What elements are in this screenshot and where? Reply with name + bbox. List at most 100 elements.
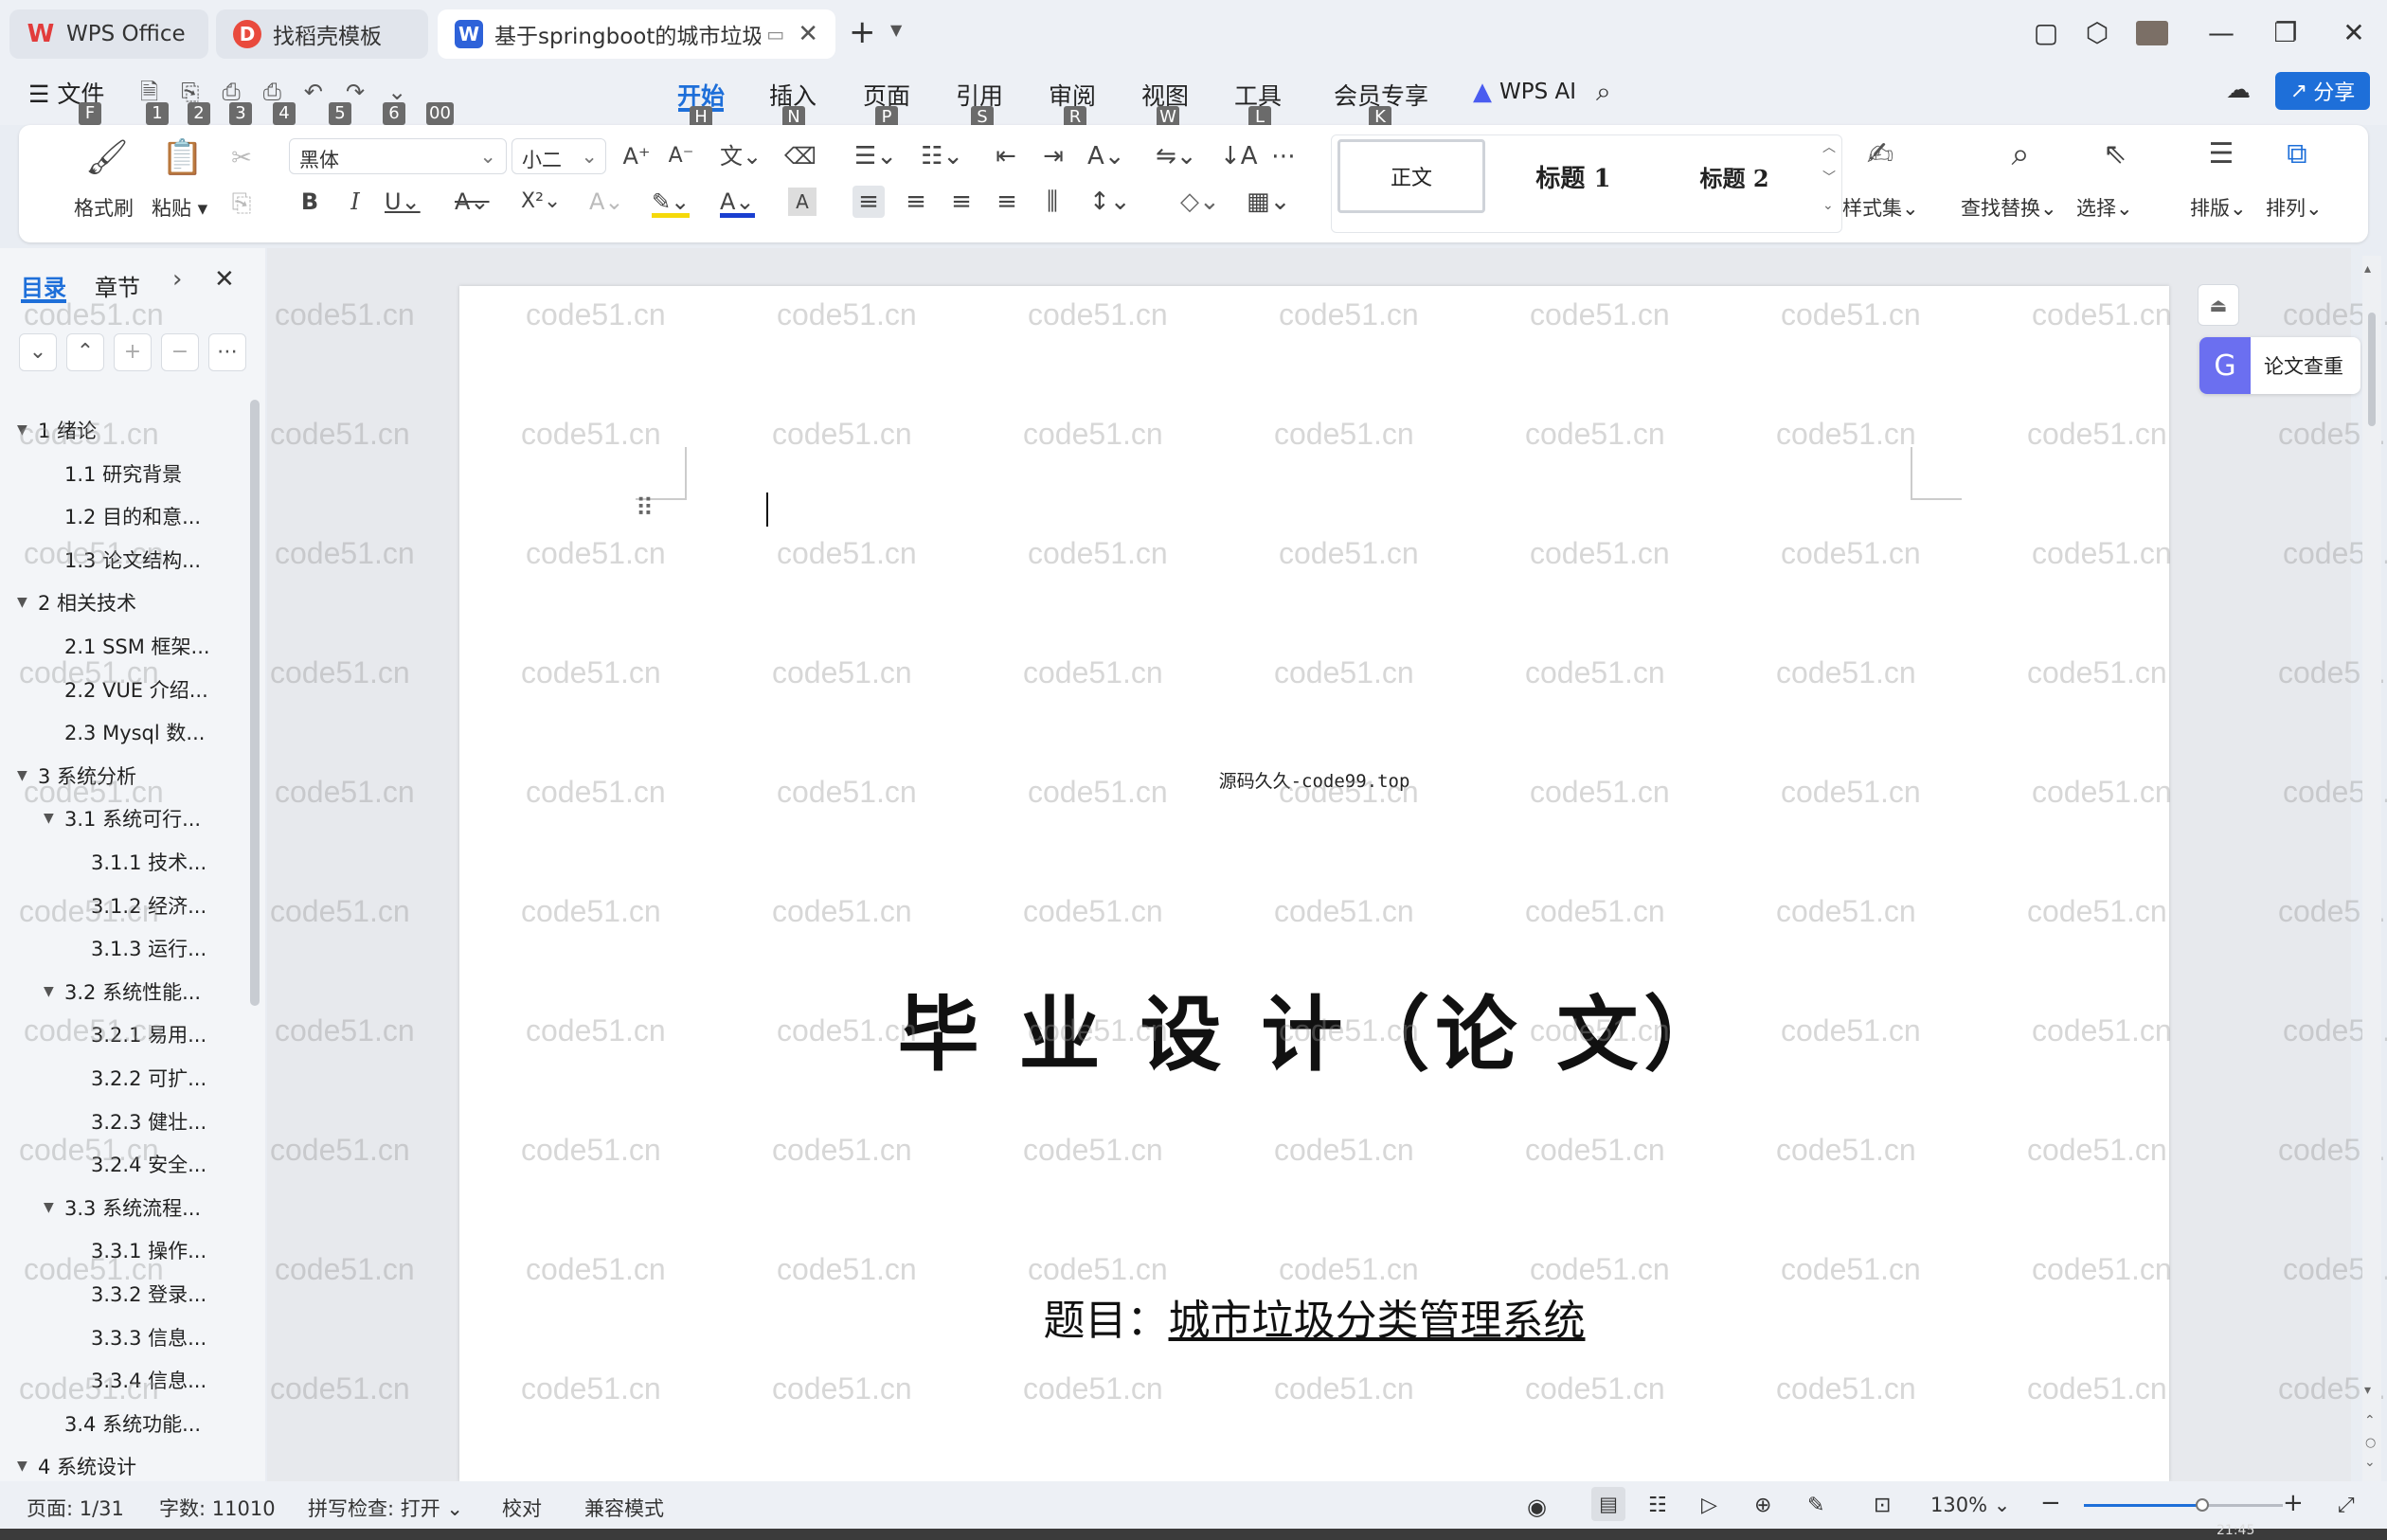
expand-triangle-icon[interactable]: ▼ (44, 811, 64, 826)
zoom-out-icon[interactable]: − (2040, 1489, 2061, 1517)
web-view-icon[interactable]: ⊕ (1754, 1494, 1771, 1517)
find-replace-button[interactable]: 查找替换⌄ (1961, 193, 2057, 222)
toc-item[interactable]: ▼ 3.3 系统流程... (44, 1189, 201, 1227)
play-icon[interactable]: ▷ (1701, 1494, 1717, 1517)
layout-icon[interactable]: ☰ (2205, 138, 2237, 170)
export-icon[interactable]: ⎘ (181, 79, 222, 105)
select-cursor-icon[interactable]: ⇖ (2099, 138, 2131, 170)
toc-item[interactable]: ▼ 3 系统分析 (17, 757, 136, 795)
show-marks-icon[interactable]: ⋯ (1267, 140, 1300, 172)
outline-view-icon[interactable]: ☷ (1648, 1494, 1667, 1517)
remove-heading-icon[interactable]: − (161, 333, 199, 371)
collapse-down-icon[interactable]: ⌄ (19, 333, 57, 371)
print-icon[interactable]: ⎙ (223, 79, 263, 105)
more-icon[interactable]: ⌄ (387, 79, 429, 105)
paste-icon[interactable]: 📋 (161, 141, 204, 175)
minimize-icon[interactable]: — (2202, 17, 2240, 48)
style-set-icon[interactable]: ✍ (1864, 138, 1896, 170)
scroll-down-arrow-icon[interactable]: ▾ (2364, 1383, 2371, 1398)
plagiarism-check-button[interactable]: G 论文查重 (2199, 337, 2360, 394)
page-indicator[interactable]: 页面: 1/31 (27, 1494, 124, 1522)
decrease-indent-icon[interactable]: ⇤ (990, 140, 1022, 172)
page-view-icon[interactable]: ▤ (1591, 1487, 1625, 1521)
toc-item[interactable]: 3.3.1 操作... (91, 1231, 206, 1269)
expand-triangle-icon[interactable]: ▼ (17, 1459, 38, 1474)
toc-item[interactable]: 3.1.2 经济... (91, 886, 206, 924)
tab-current-document[interactable]: W 基于springboot的城市垃圾分 ▭ ✕ (438, 9, 835, 59)
collapse-side-icon[interactable]: ⏏ (2198, 284, 2239, 326)
document-page[interactable]: ⠿ 源码久久-code99.top 毕 业 设 计（论 文） 题目：城市垃圾分类… (459, 286, 2169, 1481)
toc-item[interactable]: 1.2 目的和意... (64, 497, 201, 535)
select-button[interactable]: 选择⌄ (2076, 193, 2133, 222)
line-spacing-icon[interactable]: ↕⌄ (1089, 186, 1131, 218)
scroll-up-arrow-icon[interactable]: ▴ (2364, 261, 2371, 277)
expand-triangle-icon[interactable]: ▼ (17, 768, 38, 783)
toc-item[interactable]: 3.2.3 健壮... (91, 1102, 206, 1140)
cube-icon[interactable]: ⬡ (2078, 17, 2116, 48)
toc-item[interactable]: ▼ 3.2 系统性能... (44, 973, 201, 1011)
style-set-button[interactable]: 样式集⌄ (1842, 193, 1919, 222)
redo-icon[interactable]: ↷ (346, 79, 387, 105)
find-icon[interactable]: ⌕ (2004, 138, 2037, 170)
tab-toc[interactable]: 目录 (21, 269, 66, 302)
bold-icon[interactable]: B (294, 186, 326, 218)
close-panel-icon[interactable]: ✕ (214, 265, 235, 294)
toc-item[interactable]: 3.2.2 可扩... (91, 1059, 206, 1097)
spellcheck-toggle[interactable]: 拼写检查: 打开 ⌄ (308, 1494, 463, 1522)
save-icon[interactable]: 🗎 (140, 79, 181, 105)
zoom-slider[interactable] (2084, 1498, 2283, 1512)
toc-item[interactable]: 3.3.4 信息... (91, 1361, 206, 1399)
char-shading-icon[interactable]: A (788, 188, 817, 216)
new-tab-button[interactable]: + (849, 13, 876, 51)
layout-button[interactable]: 排版⌄ (2190, 193, 2247, 222)
format-painter-label[interactable]: 格式刷 (74, 193, 134, 222)
chinese-layout-icon[interactable]: A⌄ (1087, 140, 1125, 172)
toc-item[interactable]: 2.3 Mysql 数... (64, 713, 205, 751)
font-color-icon[interactable]: A⌄ (720, 186, 755, 218)
text-effect-icon[interactable]: A⌄ (589, 186, 624, 218)
toc-item[interactable]: 3.1.3 运行... (91, 929, 206, 967)
avatar[interactable] (2136, 21, 2168, 45)
increase-indent-icon[interactable]: ⇥ (1037, 140, 1069, 172)
expand-triangle-icon[interactable]: ▼ (17, 595, 38, 610)
style-heading-2[interactable]: 标题 2 (1654, 139, 1815, 213)
paste-button[interactable]: 粘贴 ▾ (152, 193, 207, 222)
phonetic-icon[interactable]: 文⌄ (720, 140, 762, 172)
toc-item[interactable]: 1.3 论文结构... (64, 541, 201, 579)
toc-item[interactable]: ▼ 2 相关技术 (17, 583, 136, 621)
chevron-right-icon[interactable]: › (172, 265, 182, 294)
style-normal[interactable]: 正文 (1337, 139, 1485, 213)
wps-ai-button[interactable]: ▲ WPS AI (1473, 78, 1576, 106)
format-painter-icon[interactable]: 🖌 (85, 141, 129, 175)
font-size-select[interactable]: 小二 ⌄ (512, 138, 606, 174)
prev-page-icon[interactable]: ⌃ (2364, 1413, 2376, 1428)
vertical-scrollbar[interactable]: ▴ ▾ ⌃ ○ ⌄ (2362, 256, 2381, 1481)
shrink-font-icon[interactable]: A⁻ (665, 140, 697, 172)
toc-item[interactable]: ▼ 4 系统设计 (17, 1447, 136, 1485)
distribute-icon[interactable]: ⫼ (1036, 186, 1068, 218)
proofread-button[interactable]: 校对 (502, 1494, 542, 1522)
numbered-list-icon[interactable]: ☷⌄ (921, 140, 963, 172)
restore-icon[interactable]: ❐ (2267, 17, 2305, 48)
share-button[interactable]: ↗ 分享 (2275, 72, 2370, 110)
browse-object-icon[interactable]: ○ (2365, 1436, 2376, 1450)
cut-icon[interactable]: ✂ (225, 142, 258, 174)
cloud-icon[interactable]: ☁ (2226, 76, 2251, 104)
toc-item[interactable]: ▼ 3.1 系统可行... (44, 799, 201, 837)
copy-icon[interactable]: ⎘ (225, 188, 258, 220)
tab-wps-office[interactable]: W WPS Office (9, 9, 208, 59)
toc-item[interactable]: 1.1 研究背景 (64, 455, 182, 492)
zoom-select[interactable]: 130% ⌄ (1930, 1494, 2010, 1516)
eye-icon[interactable]: ◉ (1527, 1494, 1547, 1520)
scroll-thumb[interactable] (2368, 313, 2376, 426)
toc-item[interactable]: 2.1 SSM 框架... (64, 627, 210, 665)
add-heading-icon[interactable]: + (114, 333, 152, 371)
toc-item[interactable]: 3.3.2 登录... (91, 1275, 206, 1313)
zoom-in-icon[interactable]: + (2283, 1489, 2304, 1517)
justify-icon[interactable]: ≡ (991, 186, 1023, 218)
borders-icon[interactable]: ▦⌄ (1247, 186, 1290, 218)
toc-item[interactable]: 3.4 系统功能... (64, 1405, 201, 1442)
chevron-down-icon[interactable]: ▼ (890, 21, 902, 39)
highlight-icon[interactable]: ✎⌄ (652, 186, 691, 218)
sort-icon[interactable]: ↓A (1220, 140, 1258, 172)
